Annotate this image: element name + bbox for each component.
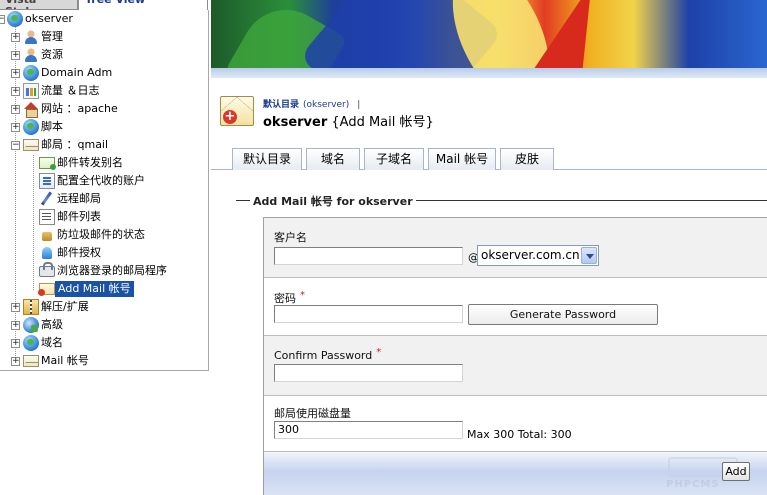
expand-icon[interactable]: + xyxy=(11,51,20,60)
breadcrumb: 默认目录 (okserver) | xyxy=(263,97,360,110)
tree-guide-line xyxy=(33,155,34,290)
tab-vista-style[interactable]: Vista Style xyxy=(0,0,78,10)
webmail-lock-icon xyxy=(39,262,55,277)
user-admin-icon xyxy=(23,29,39,45)
fieldset-legend: Add Mail 帐号 for okserver xyxy=(250,193,416,209)
password-label: 密码 * xyxy=(274,290,305,305)
chevron-down-icon[interactable] xyxy=(581,247,597,264)
tab-domain[interactable]: 域名 xyxy=(306,148,360,170)
add-mail-header-icon xyxy=(220,96,254,126)
tree-panel: Vista Style Tree View − okserver + 管理 + … xyxy=(0,0,211,495)
quota-input[interactable]: 300 xyxy=(274,421,463,439)
mail-forward-icon xyxy=(39,157,56,170)
confirm-password-label: Confirm Password * xyxy=(274,347,382,362)
add-mail-icon xyxy=(38,283,55,296)
expand-icon[interactable]: + xyxy=(11,33,20,42)
zip-icon xyxy=(23,299,39,315)
required-mark: * xyxy=(300,290,305,301)
breadcrumb-separator: | xyxy=(357,100,361,110)
required-mark: * xyxy=(376,347,382,358)
expand-icon[interactable]: + xyxy=(11,321,20,330)
banner-strip xyxy=(211,68,767,78)
script-icon xyxy=(23,119,39,135)
tree-view: − okserver + 管理 + 资源 + Domain Adm + 流量 ＆… xyxy=(0,10,209,371)
resources-icon xyxy=(23,47,39,63)
customer-label: 客户名 xyxy=(274,231,307,244)
expand-icon[interactable]: + xyxy=(11,87,20,96)
collapse-icon[interactable]: − xyxy=(11,141,20,150)
expand-icon[interactable]: + xyxy=(11,69,20,78)
advanced-icon xyxy=(23,317,39,333)
quota-note: Max 300 Total: 300 xyxy=(467,428,572,441)
breadcrumb-home-link[interactable]: 默认目录 xyxy=(263,100,299,110)
add-button[interactable]: Add xyxy=(722,462,750,481)
remote-mail-icon xyxy=(39,191,55,207)
mailing-list-icon xyxy=(39,209,55,225)
confirm-password-input[interactable] xyxy=(274,364,463,382)
tab-subdomain[interactable]: 子域名 xyxy=(364,148,424,170)
quota-label: 邮局使用磁盘量 xyxy=(274,407,351,420)
website-home-icon xyxy=(23,101,39,118)
domain-globe-icon xyxy=(23,65,39,81)
tab-skin[interactable]: 皮肤 xyxy=(500,148,554,170)
row-quota: 邮局使用磁盘量 300 Max 300 Total: 300 xyxy=(264,396,767,452)
page-title: okserver {Add Mail 帐号} xyxy=(263,115,434,130)
antispam-icon xyxy=(39,227,55,243)
catchall-config-icon xyxy=(39,173,55,189)
mail-icon xyxy=(23,139,39,151)
section-tabs: 默认目录 域名 子域名 Mail 帐号 皮肤 xyxy=(211,148,767,170)
expand-icon[interactable]: + xyxy=(11,339,20,348)
tab-mail-account[interactable]: Mail 帐号 xyxy=(428,148,496,170)
mail-account-icon xyxy=(23,355,39,367)
mail-auth-icon xyxy=(39,245,55,261)
traffic-chart-icon xyxy=(23,83,39,99)
password-input[interactable] xyxy=(274,305,463,323)
header-banner xyxy=(211,0,767,68)
view-tabs: Vista Style Tree View xyxy=(0,0,211,10)
row-customer: 客户名 @ okserver.com.cn xyxy=(264,218,767,278)
row-password: 密码 * Generate Password xyxy=(264,278,767,336)
collapse-icon[interactable]: − xyxy=(0,15,5,24)
breadcrumb-server: (okserver) xyxy=(303,100,350,110)
domain-select[interactable]: okserver.com.cn xyxy=(477,245,599,266)
tab-default-dir[interactable]: 默认目录 xyxy=(232,148,302,170)
add-mail-form: 客户名 @ okserver.com.cn 密码 * Generate Passw… xyxy=(263,217,767,495)
expand-icon[interactable]: + xyxy=(11,357,20,366)
tab-tree-view[interactable]: Tree View xyxy=(78,0,208,10)
expand-icon[interactable]: + xyxy=(11,123,20,132)
expand-icon[interactable]: + xyxy=(11,105,20,114)
expand-icon[interactable]: + xyxy=(11,303,20,312)
domain-icon xyxy=(23,335,39,351)
customer-input[interactable] xyxy=(274,247,463,265)
generate-password-button[interactable]: Generate Password xyxy=(468,304,658,325)
server-icon xyxy=(7,11,23,27)
row-confirm-password: Confirm Password * xyxy=(264,336,767,396)
